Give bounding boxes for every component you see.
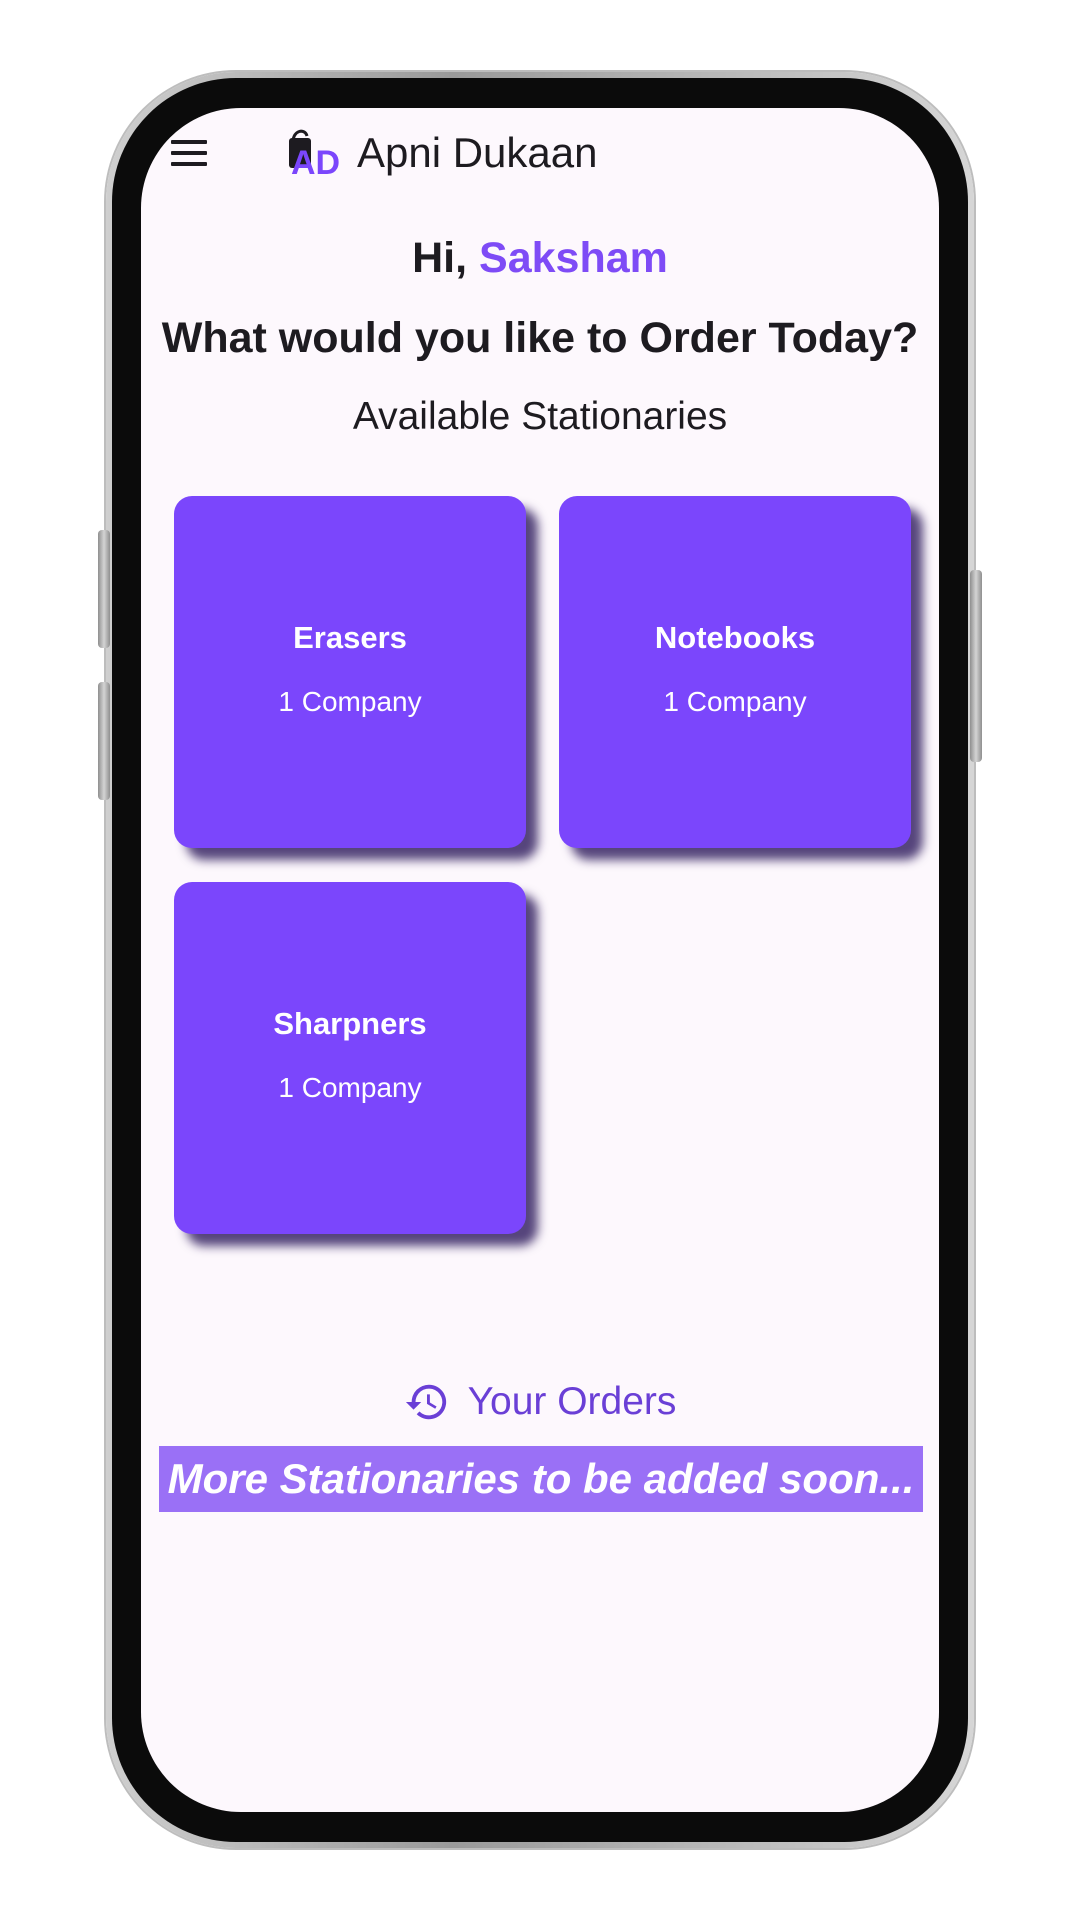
- app-logo-icon: AD: [289, 129, 340, 182]
- your-orders-label: Your Orders: [467, 1380, 677, 1423]
- coming-soon-banner: More Stationaries to be added soon...: [159, 1446, 923, 1512]
- greeting: Hi, Saksham: [141, 230, 939, 286]
- your-orders-button[interactable]: Your Orders: [141, 1374, 939, 1430]
- category-card-sharpners[interactable]: Sharpners 1 Company: [174, 882, 526, 1234]
- category-card-notebooks[interactable]: Notebooks 1 Company: [559, 496, 911, 848]
- hamburger-menu-icon[interactable]: [169, 136, 209, 170]
- card-company-count: 1 Company: [278, 686, 422, 717]
- app-title: Apni Dukaan: [357, 129, 598, 176]
- volume-up-button: [98, 530, 110, 648]
- user-name: Saksham: [479, 234, 668, 282]
- card-title: Sharpners: [273, 1006, 427, 1041]
- card-title: Notebooks: [654, 620, 816, 655]
- history-icon: [405, 1384, 446, 1420]
- category-card-erasers[interactable]: Erasers 1 Company: [174, 496, 526, 848]
- app-screen: AD Apni Dukaan Hi, Saksham What would yo…: [141, 108, 939, 1812]
- order-question: What would you like to Order Today?: [161, 314, 919, 362]
- app-bar: AD Apni Dukaan: [141, 108, 939, 198]
- power-button: [970, 570, 982, 762]
- volume-down-button: [98, 682, 110, 800]
- device-mockup: AD Apni Dukaan Hi, Saksham What would yo…: [0, 0, 1080, 1920]
- card-title: Erasers: [293, 620, 407, 655]
- card-company-count: 1 Company: [663, 686, 807, 717]
- greeting-prefix: Hi,: [412, 234, 468, 282]
- card-company-count: 1 Company: [278, 1072, 422, 1103]
- logo-letters: AD: [291, 144, 340, 182]
- section-title: Available Stationaries: [352, 395, 728, 438]
